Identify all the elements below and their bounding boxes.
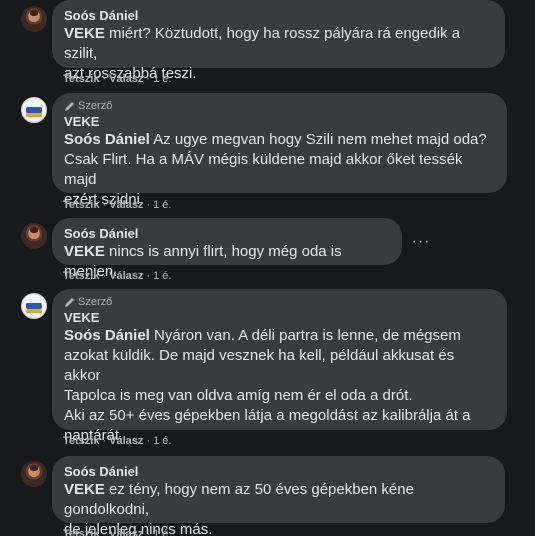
separator: · (146, 435, 151, 447)
timestamp[interactable]: 1 é. (153, 434, 171, 448)
mention[interactable]: VEKE (64, 481, 105, 498)
reply-button[interactable]: Válasz (109, 72, 143, 86)
separator: · (102, 73, 107, 85)
timestamp[interactable]: 1 é. (153, 198, 171, 212)
avatar[interactable] (21, 293, 47, 319)
avatar[interactable] (21, 223, 47, 249)
comment-bubble: Soós Dániel VEKE miért? Köztudott, hogy … (52, 0, 505, 82)
separator: · (102, 199, 107, 211)
pen-icon (64, 297, 75, 308)
separator: · (146, 270, 151, 282)
avatar[interactable] (21, 6, 47, 32)
comment-author[interactable]: Soós Dániel (64, 225, 390, 242)
author-role: Szerző (64, 295, 495, 309)
separator: · (146, 73, 151, 85)
comment-actions: Tetszik · Válasz · 1 é. (63, 527, 171, 536)
like-button[interactable]: Tetszik (63, 527, 99, 536)
comment-thread: Soós Dániel VEKE miért? Köztudott, hogy … (0, 0, 535, 536)
comment-bubble: Soós Dániel VEKE ez tény, hogy nem az 50… (52, 456, 505, 536)
like-button[interactable]: Tetszik (63, 434, 99, 448)
comment-author[interactable]: Soós Dániel (64, 463, 493, 480)
comment-author[interactable]: VEKE (64, 309, 495, 326)
like-button[interactable]: Tetszik (63, 269, 99, 283)
like-button[interactable]: Tetszik (63, 198, 99, 212)
reply-button[interactable]: Válasz (109, 434, 143, 448)
timestamp[interactable]: 1 é. (153, 269, 171, 283)
comment-actions: Tetszik · Válasz · 1 é. (63, 269, 171, 283)
comment-actions: Tetszik · Válasz · 1 é. (63, 198, 171, 212)
separator: · (102, 528, 107, 536)
mention[interactable]: VEKE (64, 243, 105, 260)
separator: · (146, 199, 151, 211)
timestamp[interactable]: 1 é. (153, 527, 171, 536)
like-button[interactable]: Tetszik (63, 72, 99, 86)
comment-bubble: Szerző VEKE Soós Dániel Az ugye megvan h… (52, 93, 507, 208)
author-role: Szerző (64, 99, 495, 113)
pen-icon (64, 101, 75, 112)
comment-actions: Tetszik · Válasz · 1 é. (63, 434, 171, 448)
reply-button[interactable]: Válasz (109, 198, 143, 212)
avatar[interactable] (21, 461, 47, 487)
comment-author[interactable]: VEKE (64, 113, 495, 130)
more-options-button[interactable]: ··· (407, 228, 435, 256)
reply-button[interactable]: Válasz (109, 527, 143, 536)
separator: · (102, 270, 107, 282)
reply-button[interactable]: Válasz (109, 269, 143, 283)
mention[interactable]: VEKE (64, 25, 105, 42)
avatar[interactable] (21, 97, 47, 123)
comment-body: Nyáron van. A déli partra is lenne, de m… (64, 327, 471, 444)
comment-bubble: Szerző VEKE Soós Dániel Nyáron van. A dé… (52, 289, 507, 444)
comment-text: Soós Dániel Nyáron van. A déli partra is… (64, 326, 495, 446)
timestamp[interactable]: 1 é. (153, 72, 171, 86)
separator: · (146, 528, 151, 536)
mention[interactable]: Soós Dániel (64, 327, 150, 344)
separator: · (102, 435, 107, 447)
author-role-label: Szerző (78, 100, 113, 112)
comment-bubble: Soós Dániel VEKE nincs is annyi flirt, h… (52, 218, 402, 280)
mention[interactable]: Soós Dániel (64, 131, 150, 148)
comment-author[interactable]: Soós Dániel (64, 7, 493, 24)
comment-actions: Tetszik · Válasz · 1 é. (63, 72, 171, 86)
author-role-label: Szerző (78, 296, 113, 308)
